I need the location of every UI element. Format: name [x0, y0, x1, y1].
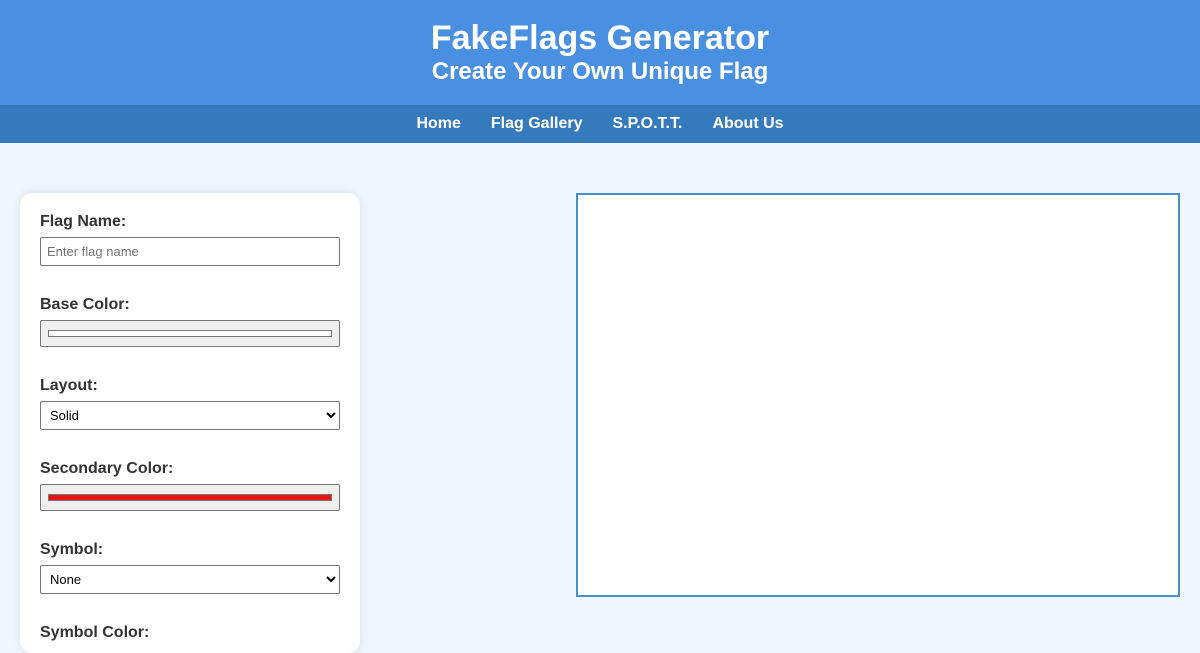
flag-options-panel: Flag Name: Base Color: Layout: Solid Sec…: [20, 193, 360, 653]
main-nav: Home Flag Gallery S.P.O.T.T. About Us: [0, 105, 1200, 143]
symbol-field: Symbol: None: [40, 541, 340, 594]
page-title: FakeFlags Generator: [430, 19, 770, 57]
nav-item-flag-gallery[interactable]: Flag Gallery: [491, 115, 583, 133]
site-header: FakeFlags Generator Create Your Own Uniq…: [0, 0, 1200, 105]
base-color-swatch: [48, 330, 332, 337]
flag-name-field: Flag Name:: [40, 213, 340, 266]
secondary-color-label: Secondary Color:: [40, 460, 174, 477]
base-color-label: Base Color:: [40, 296, 130, 313]
nav-item-about-us[interactable]: About Us: [712, 115, 783, 133]
flag-name-input[interactable]: [40, 237, 340, 266]
symbol-label: Symbol:: [40, 541, 104, 558]
base-color-picker[interactable]: [40, 320, 340, 347]
nav-item-spott[interactable]: S.P.O.T.T.: [612, 115, 682, 133]
flag-preview-canvas: [576, 193, 1180, 597]
layout-select[interactable]: Solid: [40, 401, 340, 430]
symbol-color-field: Symbol Color:: [40, 624, 340, 642]
base-color-field: Base Color:: [40, 296, 340, 347]
page-subtitle: Create Your Own Unique Flag: [431, 58, 769, 85]
layout-label: Layout:: [40, 377, 98, 394]
secondary-color-swatch: [48, 494, 332, 501]
symbol-select[interactable]: None: [40, 565, 340, 594]
nav-item-home[interactable]: Home: [416, 115, 460, 133]
secondary-color-field: Secondary Color:: [40, 460, 340, 511]
main-content: Flag Name: Base Color: Layout: Solid Sec…: [0, 143, 1200, 653]
secondary-color-picker[interactable]: [40, 484, 340, 511]
layout-field: Layout: Solid: [40, 377, 340, 430]
flag-name-label: Flag Name:: [40, 213, 127, 230]
symbol-color-label: Symbol Color:: [40, 624, 150, 641]
